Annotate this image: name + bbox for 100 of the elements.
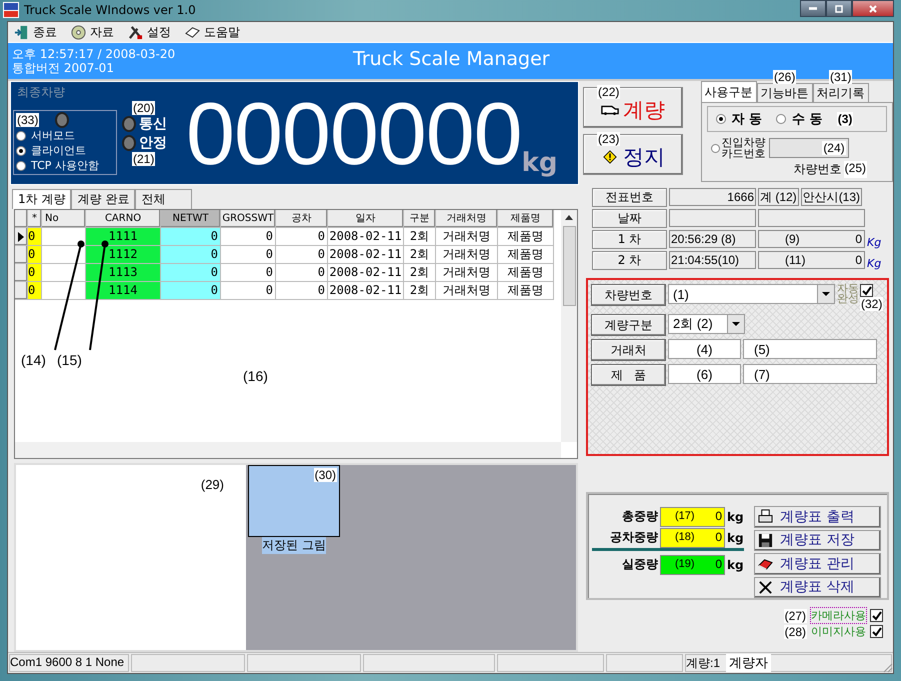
column-header[interactable]: 구분: [404, 210, 436, 228]
checkbox[interactable]: [870, 609, 883, 622]
annotation-label: (11): [785, 252, 806, 268]
input-field[interactable]: (6): [668, 364, 741, 384]
maximize-button[interactable]: [826, 0, 852, 17]
column-header[interactable]: GROSSWT: [221, 210, 276, 228]
report-button[interactable]: 계량표 저장: [754, 530, 881, 551]
tools-icon: [128, 24, 143, 40]
unit-label: kg: [726, 510, 744, 524]
radio-option[interactable]: 진입차량 카드번호: [710, 137, 766, 159]
time-value: 21:04:55(10): [669, 251, 756, 269]
annotation-label: (31): [828, 70, 852, 84]
close-button[interactable]: [852, 0, 894, 17]
annotation-label: 안산시(13): [800, 188, 862, 206]
checkbox[interactable]: [870, 625, 883, 638]
radio-option[interactable]: 수 동: [776, 110, 823, 128]
table-cell: 0: [28, 228, 42, 246]
annotation-label: (32): [860, 297, 884, 311]
tab[interactable]: 전체: [135, 189, 192, 209]
menu-item[interactable]: 자료: [67, 24, 118, 40]
type-dropdown[interactable]: 2회 (2): [668, 314, 745, 334]
table-cell: 2회: [404, 246, 436, 264]
input-field[interactable]: (7): [743, 364, 877, 384]
vehicle-dropdown[interactable]: (1): [668, 284, 835, 304]
radio-option[interactable]: 서버모드: [16, 128, 114, 143]
annotation-label: (28): [784, 624, 807, 638]
annotation-label: (3): [836, 112, 854, 126]
column-header[interactable]: NETWT: [161, 210, 221, 228]
input-field[interactable]: (24): [768, 138, 849, 158]
table-cell: 거래처명: [436, 282, 498, 300]
status-text: 계량:1: [686, 654, 720, 672]
unit-label: Kg: [867, 236, 882, 249]
image-thumbnail[interactable]: (30): [248, 465, 340, 537]
resize-grip-icon[interactable]: [881, 661, 893, 673]
window-title: Truck Scale WIndows ver 1.0: [24, 2, 196, 16]
tab[interactable]: 사용구분: [700, 81, 757, 102]
field-label: 1 차: [592, 230, 667, 249]
menu-item[interactable]: 종료: [10, 24, 61, 40]
column-header[interactable]: No: [42, 210, 86, 228]
table-cell: 거래처명: [436, 246, 498, 264]
scrollbar[interactable]: [561, 210, 577, 442]
column-header[interactable]: 공차: [276, 210, 328, 228]
tab[interactable]: 기능바튼: [756, 83, 813, 102]
annotation-label: (23): [597, 132, 620, 146]
column-header[interactable]: 제품명: [498, 210, 554, 228]
column-header[interactable]: 일자: [328, 210, 404, 228]
warning-icon: [601, 150, 620, 164]
book-icon: [185, 24, 200, 40]
tab[interactable]: 1차 계량: [12, 189, 72, 209]
weight-value: 0: [855, 252, 862, 268]
radio-option[interactable]: TCP 사용안함: [16, 158, 114, 173]
report-button[interactable]: 계량표 출력: [754, 506, 881, 528]
row-header[interactable]: [15, 228, 28, 246]
app-title: Truck Scale Manager: [353, 48, 550, 70]
table-cell: 0: [276, 282, 328, 300]
input-field[interactable]: (5): [743, 339, 877, 359]
clock-text: 오후 12:57:17 / 2008-03-20: [12, 47, 176, 61]
dropdown-arrow-icon: [732, 322, 740, 326]
input-field[interactable]: (4): [668, 339, 741, 359]
column-header[interactable]: 거래처명: [436, 210, 498, 228]
row-pointer-icon: [18, 232, 24, 242]
disc-icon: [71, 24, 86, 40]
annotation-label: (20): [132, 100, 156, 114]
table-cell: 2008-02-11: [328, 282, 404, 300]
unit-label: kg: [726, 558, 744, 572]
lamp-label: 안정: [139, 134, 167, 152]
scrollbar[interactable]: [15, 442, 561, 458]
table-cell: 2008-02-11: [328, 228, 404, 246]
annotation-label: (14): [21, 352, 46, 368]
field-label: 차량번호: [794, 161, 842, 178]
annotation-label: (9): [785, 231, 800, 247]
field-label: 차량번호: [591, 284, 666, 306]
column-header[interactable]: CARNO: [86, 210, 161, 228]
weight-value: 0: [855, 231, 862, 247]
annotation-label: (26): [772, 70, 796, 84]
radio-option[interactable]: 클라이언트: [16, 143, 114, 158]
app-icon: [3, 2, 19, 18]
minimize-button[interactable]: [800, 0, 826, 17]
checkbox-label: 자동 완성: [837, 284, 859, 307]
display-caption: 최종차량: [17, 84, 66, 101]
report-button[interactable]: 계량표 삭제: [754, 576, 881, 598]
table-cell: 0: [28, 264, 42, 282]
lamp-icon: [122, 134, 136, 150]
door-icon: [14, 24, 29, 40]
version-text: 통합버전 2007-01: [12, 61, 115, 75]
tab[interactable]: 처리기록: [812, 83, 869, 102]
column-header[interactable]: *: [28, 210, 42, 228]
scroll-up-icon[interactable]: [565, 215, 573, 220]
total-label: 총중량: [621, 508, 659, 525]
checkbox[interactable]: [860, 284, 873, 297]
checkbox-label: 이미지사용: [811, 624, 866, 639]
report-button[interactable]: 계량표 관리: [754, 553, 881, 574]
lamp-icon: [122, 116, 136, 132]
table-cell: 0: [161, 264, 221, 282]
tab[interactable]: 계량 완료: [71, 189, 136, 209]
radio-option[interactable]: 자 동: [716, 110, 762, 128]
table-cell: 2회: [404, 264, 436, 282]
field-label: 제 품: [591, 364, 666, 386]
menu-item[interactable]: 설정: [124, 24, 175, 40]
menu-item[interactable]: 도움말: [181, 24, 244, 40]
